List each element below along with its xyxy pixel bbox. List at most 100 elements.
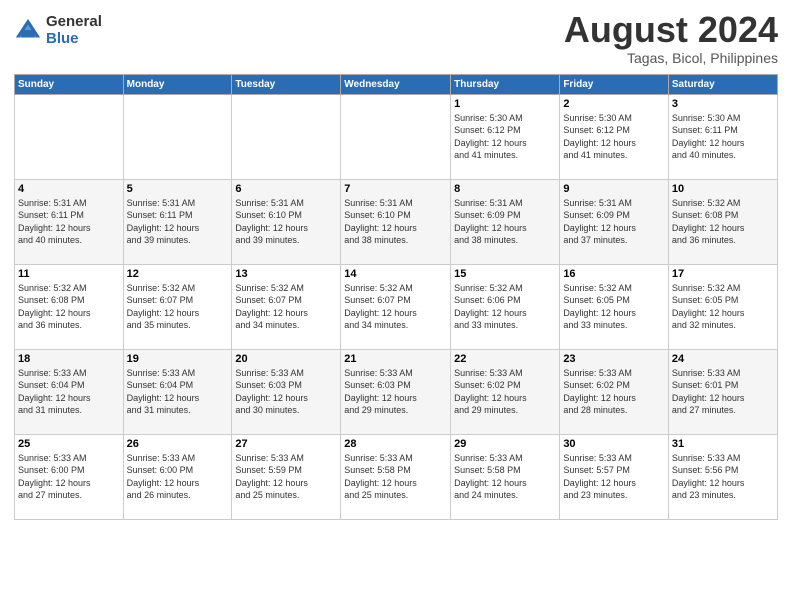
calendar-cell: 22 Sunrise: 5:33 AM Sunset: 6:02 PM Dayli… (451, 349, 560, 434)
calendar-cell: 27 Sunrise: 5:33 AM Sunset: 5:59 PM Dayli… (232, 434, 341, 519)
calendar-cell: 6 Sunrise: 5:31 AM Sunset: 6:10 PM Daylig… (232, 179, 341, 264)
day-number: 11 (18, 268, 120, 280)
day-number: 13 (235, 268, 337, 280)
col-sunday: Sunday (15, 74, 124, 94)
day-info: Sunrise: 5:33 AM Sunset: 6:03 PM Dayligh… (344, 367, 447, 417)
calendar-cell: 5Sunrise: 5:31 AM Sunset: 6:11 PM Daylig… (123, 179, 232, 264)
day-number: 3 (672, 98, 774, 110)
week-row-3: 11Sunrise: 5:32 AM Sunset: 6:08 PM Dayli… (15, 264, 778, 349)
day-info: Sunrise: 5:33 AM Sunset: 5:59 PM Dayligh… (235, 452, 337, 502)
calendar-cell: 23 Sunrise: 5:33 AM Sunset: 6:02 PM Dayli… (560, 349, 669, 434)
header: General Blue August 2024 Tagas, Bicol, P… (14, 10, 778, 66)
calendar-cell: 14Sunrise: 5:32 AM Sunset: 6:07 PM Dayli… (341, 264, 451, 349)
day-number: 23 (563, 353, 665, 365)
day-info: Sunrise: 5:31 AM Sunset: 6:09 PM Dayligh… (454, 197, 556, 247)
day-number: 5 (127, 183, 229, 195)
calendar-cell: 3Sunrise: 5:30 AM Sunset: 6:11 PM Daylig… (668, 94, 777, 179)
week-row-5: 25 Sunrise: 5:33 AM Sunset: 6:00 PM Dayli… (15, 434, 778, 519)
day-info: Sunrise: 5:32 AM Sunset: 6:07 PM Dayligh… (235, 282, 337, 332)
calendar-cell (232, 94, 341, 179)
day-info: Sunrise: 5:33 AM Sunset: 5:58 PM Dayligh… (454, 452, 556, 502)
day-number: 4 (18, 183, 120, 195)
day-number: 6 (235, 183, 337, 195)
week-row-1: 1 Sunrise: 5:30 AM Sunset: 6:12 PM Daylig… (15, 94, 778, 179)
calendar-cell: 30Sunrise: 5:33 AM Sunset: 5:57 PM Dayli… (560, 434, 669, 519)
day-info: Sunrise: 5:30 AM Sunset: 6:12 PM Dayligh… (454, 112, 556, 162)
day-info: Sunrise: 5:32 AM Sunset: 6:06 PM Dayligh… (454, 282, 556, 332)
day-info: Sunrise: 5:31 AM Sunset: 6:09 PM Dayligh… (563, 197, 665, 247)
calendar-cell: 25 Sunrise: 5:33 AM Sunset: 6:00 PM Dayli… (15, 434, 124, 519)
day-number: 15 (454, 268, 556, 280)
day-number: 27 (235, 438, 337, 450)
calendar-cell: 21 Sunrise: 5:33 AM Sunset: 6:03 PM Dayli… (341, 349, 451, 434)
calendar-cell: 7 Sunrise: 5:31 AM Sunset: 6:10 PM Daylig… (341, 179, 451, 264)
month-title: August 2024 (564, 10, 778, 50)
day-info: Sunrise: 5:33 AM Sunset: 5:56 PM Dayligh… (672, 452, 774, 502)
calendar-cell (341, 94, 451, 179)
calendar-cell (123, 94, 232, 179)
day-number: 1 (454, 98, 556, 110)
day-number: 21 (344, 353, 447, 365)
location: Tagas, Bicol, Philippines (564, 50, 778, 66)
day-number: 14 (344, 268, 447, 280)
col-friday: Friday (560, 74, 669, 94)
day-number: 12 (127, 268, 229, 280)
day-number: 17 (672, 268, 774, 280)
calendar-cell: 1 Sunrise: 5:30 AM Sunset: 6:12 PM Daylig… (451, 94, 560, 179)
header-row: Sunday Monday Tuesday Wednesday Thursday… (15, 74, 778, 94)
logo: General Blue (14, 14, 102, 47)
day-info: Sunrise: 5:31 AM Sunset: 6:10 PM Dayligh… (235, 197, 337, 247)
day-number: 8 (454, 183, 556, 195)
calendar-cell: 15 Sunrise: 5:32 AM Sunset: 6:06 PM Dayli… (451, 264, 560, 349)
day-number: 19 (127, 353, 229, 365)
day-number: 28 (344, 438, 447, 450)
logo-blue-text: Blue (46, 31, 102, 48)
day-info: Sunrise: 5:33 AM Sunset: 6:02 PM Dayligh… (454, 367, 556, 417)
calendar-cell: 18Sunrise: 5:33 AM Sunset: 6:04 PM Dayli… (15, 349, 124, 434)
day-info: Sunrise: 5:31 AM Sunset: 6:11 PM Dayligh… (18, 197, 120, 247)
calendar-cell: 19 Sunrise: 5:33 AM Sunset: 6:04 PM Dayli… (123, 349, 232, 434)
day-number: 31 (672, 438, 774, 450)
calendar-cell: 13 Sunrise: 5:32 AM Sunset: 6:07 PM Dayli… (232, 264, 341, 349)
calendar-cell: 20Sunrise: 5:33 AM Sunset: 6:03 PM Dayli… (232, 349, 341, 434)
day-info: Sunrise: 5:33 AM Sunset: 6:03 PM Dayligh… (235, 367, 337, 417)
day-info: Sunrise: 5:33 AM Sunset: 6:00 PM Dayligh… (127, 452, 229, 502)
day-number: 22 (454, 353, 556, 365)
day-info: Sunrise: 5:32 AM Sunset: 6:08 PM Dayligh… (672, 197, 774, 247)
calendar-cell: 10 Sunrise: 5:32 AM Sunset: 6:08 PM Dayli… (668, 179, 777, 264)
calendar-cell (15, 94, 124, 179)
day-info: Sunrise: 5:30 AM Sunset: 6:12 PM Dayligh… (563, 112, 665, 162)
day-number: 18 (18, 353, 120, 365)
day-number: 9 (563, 183, 665, 195)
logo-text: General Blue (46, 14, 102, 47)
calendar-cell: 9 Sunrise: 5:31 AM Sunset: 6:09 PM Daylig… (560, 179, 669, 264)
day-number: 30 (563, 438, 665, 450)
week-row-2: 4 Sunrise: 5:31 AM Sunset: 6:11 PM Daylig… (15, 179, 778, 264)
calendar-body: 1 Sunrise: 5:30 AM Sunset: 6:12 PM Daylig… (15, 94, 778, 519)
day-number: 24 (672, 353, 774, 365)
day-info: Sunrise: 5:31 AM Sunset: 6:10 PM Dayligh… (344, 197, 447, 247)
day-info: Sunrise: 5:32 AM Sunset: 6:07 PM Dayligh… (127, 282, 229, 332)
day-info: Sunrise: 5:33 AM Sunset: 6:01 PM Dayligh… (672, 367, 774, 417)
day-info: Sunrise: 5:33 AM Sunset: 6:00 PM Dayligh… (18, 452, 120, 502)
calendar-cell: 26Sunrise: 5:33 AM Sunset: 6:00 PM Dayli… (123, 434, 232, 519)
calendar-cell: 2Sunrise: 5:30 AM Sunset: 6:12 PM Daylig… (560, 94, 669, 179)
day-number: 25 (18, 438, 120, 450)
calendar-table: Sunday Monday Tuesday Wednesday Thursday… (14, 74, 778, 520)
day-number: 10 (672, 183, 774, 195)
day-number: 7 (344, 183, 447, 195)
day-info: Sunrise: 5:33 AM Sunset: 5:58 PM Dayligh… (344, 452, 447, 502)
day-info: Sunrise: 5:33 AM Sunset: 6:02 PM Dayligh… (563, 367, 665, 417)
calendar-cell: 31 Sunrise: 5:33 AM Sunset: 5:56 PM Dayli… (668, 434, 777, 519)
calendar-cell: 16Sunrise: 5:32 AM Sunset: 6:05 PM Dayli… (560, 264, 669, 349)
logo-general-text: General (46, 14, 102, 31)
logo-icon (14, 17, 42, 45)
day-number: 29 (454, 438, 556, 450)
calendar-header: Sunday Monday Tuesday Wednesday Thursday… (15, 74, 778, 94)
col-wednesday: Wednesday (341, 74, 451, 94)
week-row-4: 18 Sunrise: 5:33 AM Sunset: 6:04 PM Dayli… (15, 349, 778, 434)
calendar-cell: 8 Sunrise: 5:31 AM Sunset: 6:09 PM Daylig… (451, 179, 560, 264)
calendar-cell: 11Sunrise: 5:32 AM Sunset: 6:08 PM Dayli… (15, 264, 124, 349)
calendar-cell: 17Sunrise: 5:32 AM Sunset: 6:05 PM Dayli… (668, 264, 777, 349)
day-info: Sunrise: 5:33 AM Sunset: 6:04 PM Dayligh… (127, 367, 229, 417)
